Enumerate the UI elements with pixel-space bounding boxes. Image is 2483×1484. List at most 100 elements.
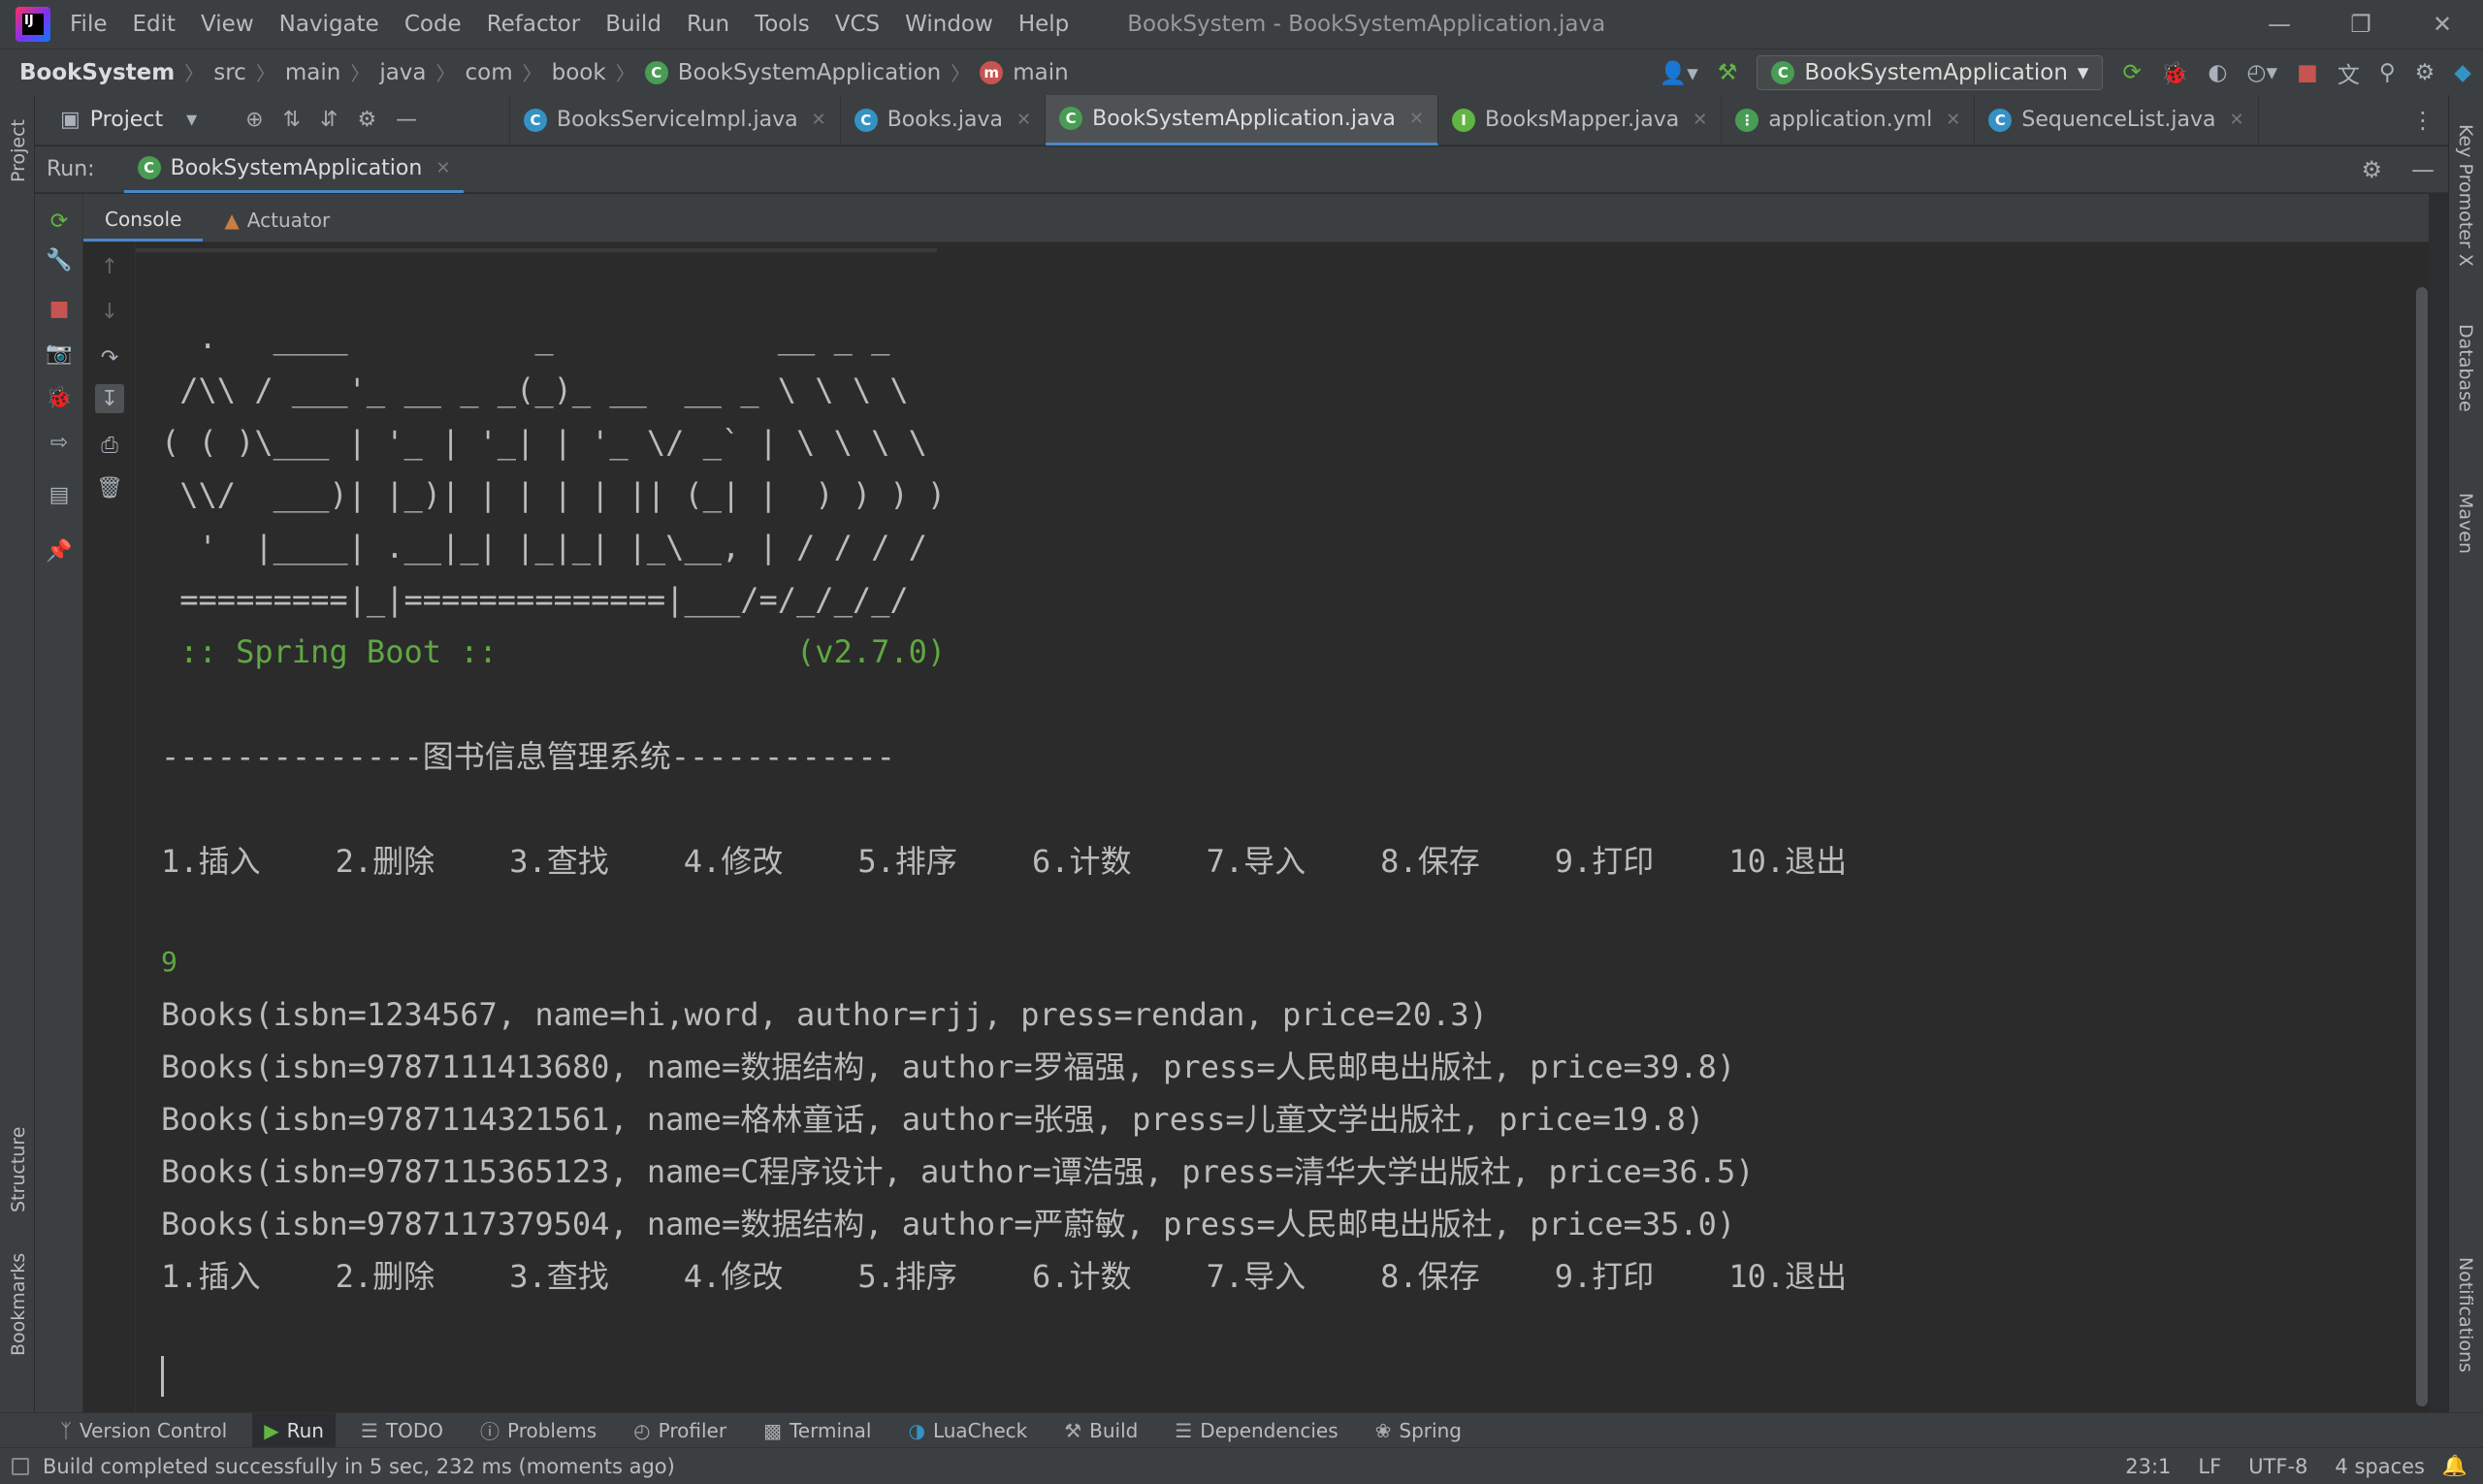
breadcrumb-src[interactable]: src [213,60,246,85]
rerun-icon[interactable]: ⟳ [2122,60,2141,85]
close-window-icon[interactable]: ✕ [2402,0,2483,48]
menu-refactor[interactable]: Refactor [487,12,580,37]
tool-tab-luacheck[interactable]: ◑ LuaCheck [897,1413,1040,1448]
editor-tab-books[interactable]: C Books.java ✕ [841,94,1047,145]
breadcrumb-book[interactable]: book [552,60,606,85]
settings-gear-icon[interactable]: ⚙ [2361,156,2382,183]
console-line-user-input: 9 [161,946,177,978]
caret-position[interactable]: 23:1 [2125,1455,2171,1478]
rerun-icon[interactable]: ⟳ [46,208,73,235]
breadcrumb-method[interactable]: main [1013,60,1068,85]
build-hammer-icon[interactable]: ⚒ [1718,60,1738,85]
indent-setting[interactable]: 4 spaces [2335,1455,2425,1478]
menu-edit[interactable]: Edit [133,12,177,37]
debug-icon[interactable]: 🐞 [2161,60,2189,86]
stop-icon[interactable]: ■ [46,295,73,322]
run-tab-booksystemapplication[interactable]: C BookSystemApplication ✕ [123,146,465,193]
translate-icon[interactable]: 文 [2338,56,2360,89]
locate-icon[interactable]: ⊕ [245,108,263,132]
console-scrollbar[interactable] [2413,287,2429,1406]
user-icon[interactable]: 👤▾ [1660,60,1698,86]
pin-icon[interactable]: 📌 [46,537,73,565]
console-line: /\\ / ___'_ __ _ _(_)_ __ __ _ \ \ \ \ [161,371,909,408]
restore-icon[interactable]: ❐ [2320,0,2402,48]
more-tabs-icon[interactable]: ⋮ [2411,107,2435,134]
print-icon[interactable]: ⎙ [95,431,124,460]
tool-tab-problems[interactable]: ⓘ Problems [468,1413,608,1448]
exit-icon[interactable]: ⇨ [46,429,73,456]
tab-actuator[interactable]: ▲ Actuator [203,199,351,242]
hide-panel-icon[interactable]: — [2411,156,2435,183]
coverage-icon[interactable]: ◐ [2208,60,2227,85]
profile-icon[interactable]: ◴▾ [2246,60,2277,85]
console-output[interactable]: . ____ _ __ _ _ /\\ / ___'_ __ _ _(_)_ _… [136,242,2429,1412]
editor-tab-sequencelist[interactable]: C SequenceList.java ✕ [1975,94,2259,145]
settings-gear-icon[interactable]: ⚙ [2415,60,2435,85]
close-tab-icon[interactable]: ✕ [2229,110,2243,130]
minimize-icon[interactable]: — [2239,0,2320,48]
editor-tab-booksystemapplication[interactable]: C BookSystemApplication.java ✕ [1046,94,1439,145]
notification-bell-icon[interactable]: 🔔 [2442,1454,2467,1478]
menu-code[interactable]: Code [404,12,462,37]
up-arrow-icon[interactable]: ↑ [95,252,124,281]
tool-tab-version-control[interactable]: ᛉ Version Control [48,1413,239,1448]
scroll-to-end-icon[interactable]: ↧ [95,384,124,413]
search-icon[interactable]: ⚲ [2379,60,2396,85]
file-encoding[interactable]: UTF-8 [2248,1455,2307,1478]
stop-icon[interactable]: ■ [2297,60,2318,85]
tool-tab-todo[interactable]: ☰ TODO [349,1413,455,1448]
close-tab-icon[interactable]: ✕ [812,110,826,130]
plugin-icon[interactable]: ◆ [2454,60,2471,85]
menu-view[interactable]: View [201,12,254,37]
expand-all-icon[interactable]: ⇅ [283,108,301,132]
close-tab-icon[interactable]: ✕ [1016,110,1031,130]
close-tab-icon[interactable]: ✕ [1409,109,1424,129]
tool-tab-build[interactable]: ⚒ Build [1052,1413,1149,1448]
soft-wrap-icon[interactable]: ↷ [95,343,124,372]
down-arrow-icon[interactable]: ↓ [95,297,124,326]
project-view-selector[interactable]: ▣ Project ▾ ⊕ ⇅ ⇵ ⚙ — [35,94,510,145]
wrench-icon[interactable]: 🔧 [46,246,73,274]
status-message[interactable]: Build completed successfully in 5 sec, 2… [43,1455,675,1478]
hide-icon[interactable]: — [396,108,417,132]
tool-tab-dependencies[interactable]: ☰ Dependencies [1163,1413,1349,1448]
menu-build[interactable]: Build [605,12,661,37]
run-configuration-select[interactable]: C BookSystemApplication ▾ [1757,55,2104,90]
breadcrumb-java[interactable]: java [379,60,426,85]
close-tab-icon[interactable]: ✕ [1946,110,1960,130]
class-icon: C [854,108,878,132]
editor-tab-booksserviceimpl[interactable]: C BooksServiceImpl.java ✕ [510,94,841,145]
debug-icon[interactable]: 🐞 [46,384,73,411]
tool-tab-spring[interactable]: ❀ Spring [1364,1413,1473,1448]
tool-tab-profiler[interactable]: ◴ Profiler [622,1413,738,1448]
editor-tab-application-yml[interactable]: ⋮ application.yml ✕ [1722,94,1976,145]
tab-console[interactable]: Console [83,199,204,242]
menu-run[interactable]: Run [687,12,729,37]
breadcrumb-com[interactable]: com [466,60,513,85]
editor-tab-bar: ▣ Project ▾ ⊕ ⇅ ⇵ ⚙ — C BooksServiceImpl… [35,94,2448,145]
gear-icon[interactable]: ⚙ [357,108,376,132]
menu-file[interactable]: File [70,12,108,37]
console-line-book: Books(isbn=9787115365123, name=C程序设计, au… [161,1153,1755,1190]
breadcrumb-class[interactable]: BookSystemApplication [678,60,942,85]
line-separator[interactable]: LF [2198,1455,2221,1478]
menu-navigate[interactable]: Navigate [279,12,379,37]
list-icon: ☰ [360,1418,378,1442]
camera-icon[interactable]: 📷 [46,339,73,367]
menu-help[interactable]: Help [1018,12,1069,37]
breadcrumb-main[interactable]: main [285,60,340,85]
close-tab-icon[interactable]: ✕ [1693,110,1707,130]
layout-icon[interactable]: ▤ [46,481,73,508]
menu-vcs[interactable]: VCS [835,12,880,37]
editor-tab-booksmapper[interactable]: I BooksMapper.java ✕ [1438,94,1723,145]
collapse-all-icon[interactable]: ⇵ [320,108,338,132]
trash-icon[interactable]: 🗑 [95,473,124,502]
close-tab-icon[interactable]: ✕ [435,158,450,178]
breadcrumb-project[interactable]: BookSystem [19,60,175,85]
spring-class-icon: C [1059,107,1083,130]
menu-window[interactable]: Window [905,12,993,37]
tool-tab-run[interactable]: ▶ Run [252,1412,336,1448]
checkbox-icon[interactable] [12,1457,29,1475]
tool-tab-terminal[interactable]: ▩ Terminal [752,1413,883,1448]
menu-tools[interactable]: Tools [755,12,810,37]
